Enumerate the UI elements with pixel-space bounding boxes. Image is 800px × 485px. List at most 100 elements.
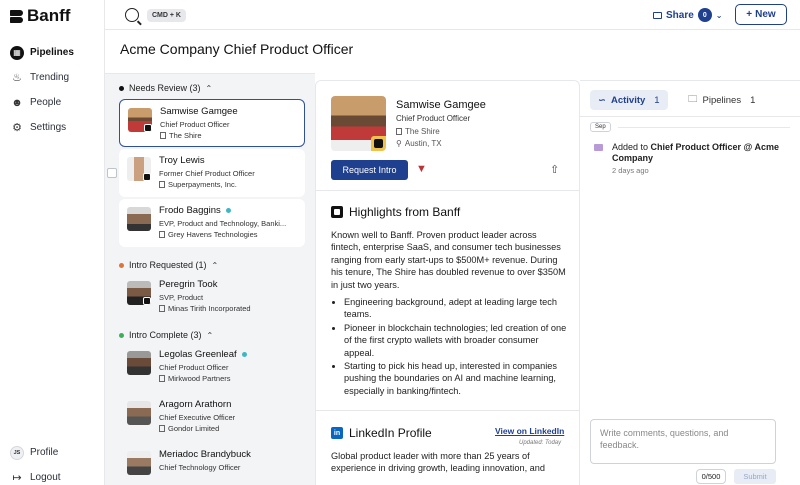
comment-input[interactable]: Write comments, questions, and feedback. (590, 419, 776, 464)
candidate-photo (127, 451, 151, 475)
sidebar-item-profile[interactable]: JS Profile (0, 440, 105, 465)
candidate-name: Legolas Greenleaf (159, 349, 247, 360)
linkedin-section: in LinkedIn Profile View on LinkedIn Upd… (316, 412, 579, 485)
candidate-company: Grey Havens Technologies (159, 230, 258, 239)
candidate-name: Peregrin Took (159, 279, 218, 290)
candidate-card[interactable]: Peregrin Took SVP, Product Minas Tirith … (119, 273, 305, 321)
company-text: Gondor Limited (168, 424, 220, 433)
company-text: The Shire (169, 131, 202, 140)
detail-company: The Shire (396, 127, 440, 136)
candidate-card[interactable]: Legolas Greenleaf Chief Product Officer … (119, 343, 305, 391)
sidebar-item-pipelines[interactable]: ▦ Pipelines (0, 40, 105, 65)
building-icon (160, 132, 166, 139)
candidate-name: Troy Lewis (159, 155, 205, 166)
new-button[interactable]: + New (735, 4, 787, 25)
candidate-role: Chief Product Officer (160, 120, 230, 129)
submit-button[interactable]: Submit (734, 469, 776, 484)
share-label: Share (666, 9, 694, 21)
sidebar-bottom: JS Profile ↦ Logout (0, 440, 105, 485)
app-root: Banff ▦ Pipelines ♨ Trending ☻ People ⚙ … (0, 0, 800, 485)
candidate-role: EVP, Product and Technology, Banki... (159, 219, 287, 228)
group-label: Intro Requested (1) (129, 260, 207, 270)
location-text: Austin, TX (404, 139, 442, 148)
tab-count: 1 (750, 94, 756, 106)
banff-badge-icon (143, 297, 151, 305)
list-item: Engineering background, adept at leading… (344, 296, 567, 321)
request-intro-button[interactable]: Request Intro (331, 160, 408, 180)
banff-logo[interactable]: Banff (9, 6, 70, 26)
candidate-photo (127, 207, 151, 231)
building-icon (159, 425, 165, 432)
event-text: Added to Chief Product Officer @ Acme Co… (612, 142, 792, 164)
tab-activity[interactable]: ∽ Activity 1 (590, 90, 668, 110)
candidate-name: Meriadoc Brandybuck (159, 449, 251, 460)
candidate-card[interactable]: Frodo Baggins EVP, Product and Technolog… (119, 199, 305, 247)
candidate-company: Superpayments, Inc. (159, 180, 237, 189)
candidate-list[interactable]: Needs Review (3) ⌃ Samwise Gamgee Chief … (105, 73, 315, 485)
sidebar-item-settings[interactable]: ⚙ Settings (0, 115, 105, 140)
linkedin-updated: Updated: Today (519, 440, 562, 446)
new-label: New (755, 9, 776, 20)
share-button[interactable]: Share 0 ⌄ (653, 8, 723, 22)
plus-icon: + (746, 9, 753, 20)
activity-icon: ∽ (598, 94, 606, 106)
view-on-linkedin-link[interactable]: View on LinkedIn (495, 426, 564, 436)
company-text: Superpayments, Inc. (168, 180, 237, 189)
share-count-badge: 0 (697, 8, 712, 22)
name-text: Frodo Baggins (159, 205, 221, 216)
activity-tabs: ∽ Activity 1 🗀 Pipelines 1 (580, 81, 800, 117)
candidate-role: Chief Executive Officer (159, 413, 236, 422)
building-icon (159, 375, 165, 382)
candidate-photo (127, 281, 151, 305)
candidate-photo (128, 108, 152, 132)
chevron-up-icon: ⌃ (211, 260, 219, 270)
group-header-needs-review[interactable]: Needs Review (3) ⌃ (119, 80, 315, 96)
activity-pane: ∽ Activity 1 🗀 Pipelines 1 Sep Added to … (580, 80, 800, 485)
banff-badge-icon (371, 136, 386, 151)
name-text: Legolas Greenleaf (159, 349, 237, 360)
building-icon (159, 231, 165, 238)
sidebar-item-label: Profile (30, 447, 59, 458)
thumbs-down-icon[interactable]: ▼ (416, 163, 427, 175)
profile-avatar: JS (10, 445, 24, 460)
activity-event: Added to Chief Product Officer @ Acme Co… (594, 142, 792, 176)
chevron-down-icon: ⌄ (715, 10, 723, 20)
company-text: Minas Tirith Incorporated (168, 304, 251, 313)
group-header-intro-complete[interactable]: Intro Complete (3) ⌃ (119, 327, 315, 343)
logout-icon: ↦ (12, 472, 22, 484)
candidate-company: Minas Tirith Incorporated (159, 304, 251, 313)
banff-icon (331, 206, 343, 218)
sidebar-item-logout[interactable]: ↦ Logout (0, 465, 105, 485)
folder-icon (594, 144, 603, 151)
sidebar-item-people[interactable]: ☻ People (0, 90, 105, 115)
building-icon (396, 128, 402, 135)
candidate-card[interactable]: Samwise Gamgee Chief Product Officer The… (119, 99, 305, 147)
flame-icon: ♨ (12, 72, 22, 84)
search-trigger[interactable]: CMD + K (117, 4, 186, 26)
group-label: Needs Review (3) (129, 83, 201, 93)
candidate-photo (127, 157, 151, 181)
candidate-card[interactable]: Meriadoc Brandybuck Chief Technology Off… (119, 443, 305, 485)
share-upload-icon[interactable]: ⇧ (550, 163, 559, 176)
status-dot (119, 332, 124, 338)
location-pin-icon: ⚲ (396, 139, 402, 148)
select-checkbox[interactable] (107, 168, 117, 178)
people-icon: ☻ (11, 96, 23, 109)
highlights-header: Highlights from Banff (331, 205, 579, 219)
divider (618, 127, 790, 128)
status-dot (119, 85, 124, 91)
sidebar-item-trending[interactable]: ♨ Trending (0, 65, 105, 90)
search-shortcut-badge: CMD + K (147, 8, 186, 22)
group-header-intro-requested[interactable]: Intro Requested (1) ⌃ (119, 257, 315, 273)
status-dot (119, 262, 124, 268)
building-icon (159, 305, 165, 312)
candidate-role: Former Chief Product Officer (159, 169, 255, 178)
app-name: Banff (27, 6, 71, 25)
candidate-name: Frodo Baggins (159, 205, 231, 216)
pipelines-icon: ▦ (10, 45, 24, 60)
candidate-card[interactable]: Aragorn Arathorn Chief Executive Officer… (119, 393, 305, 441)
candidate-card[interactable]: Troy Lewis Former Chief Product Officer … (119, 149, 305, 197)
tab-pipelines[interactable]: 🗀 Pipelines 1 (680, 90, 763, 110)
company-text: Grey Havens Technologies (168, 230, 258, 239)
highlights-title: Highlights from Banff (349, 205, 461, 219)
